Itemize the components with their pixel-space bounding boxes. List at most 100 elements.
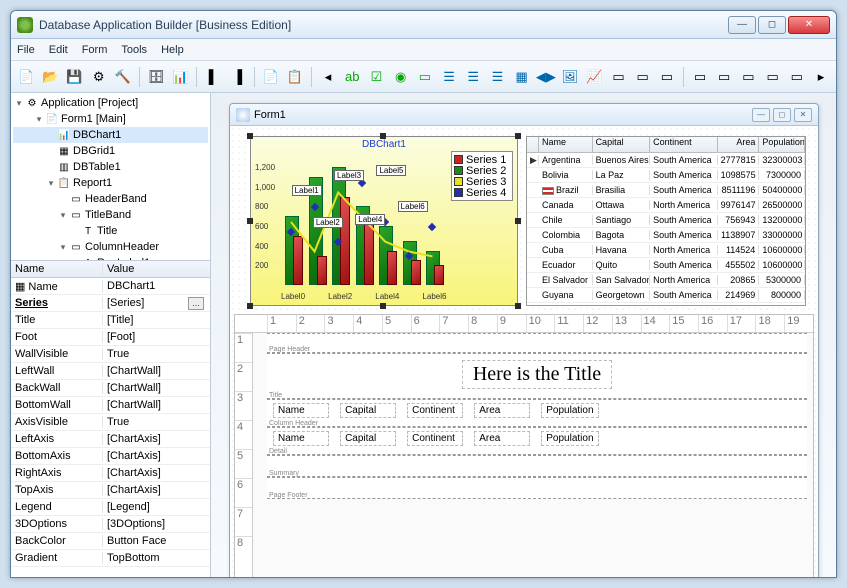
table-row[interactable]: BoliviaLa PazSouth America10985757300000 <box>527 168 805 183</box>
tool-pointer[interactable]: ◂ <box>317 65 339 89</box>
tool-label[interactable]: ab <box>341 65 363 89</box>
property-row[interactable]: ▦NameDBChart1 <box>11 278 210 295</box>
band-summary[interactable]: Summary <box>267 455 807 477</box>
tool-grid[interactable]: ▦ <box>511 65 533 89</box>
property-grid[interactable]: Name Value ▦NameDBChart1Series[Series]…T… <box>11 261 210 577</box>
tool-rep3[interactable]: ▭ <box>737 65 759 89</box>
property-row[interactable]: LeftAxis[ChartAxis] <box>11 431 210 448</box>
sel-handle[interactable] <box>515 133 521 139</box>
dbgrid[interactable]: Name Capital Continent Area Population ▶… <box>526 136 806 306</box>
tool-open[interactable]: 📂 <box>39 65 61 89</box>
form-titlebar[interactable]: Form1 — ◻ ✕ <box>230 104 818 126</box>
col-population[interactable]: Population <box>759 137 805 152</box>
tree-node[interactable]: ▾📋Report1 <box>13 175 208 191</box>
tool-panel[interactable]: ▭ <box>607 65 629 89</box>
col-header-field[interactable]: Continent <box>407 403 463 418</box>
col-header-field[interactable]: Name <box>273 403 329 418</box>
menu-help[interactable]: Help <box>161 44 184 56</box>
tool-rep1[interactable]: ▭ <box>689 65 711 89</box>
band-column-header[interactable]: Name Capital Continent Area Population C… <box>267 399 807 427</box>
tree-node[interactable]: 📊DBChart1 <box>13 127 208 143</box>
table-row[interactable]: CanadaOttawaNorth America997614726500000 <box>527 198 805 213</box>
dbchart[interactable]: DBChart1 Series 1Series 2Series 3Series … <box>250 136 518 306</box>
detail-field[interactable]: Area <box>474 431 530 446</box>
tool-memo[interactable]: ☰ <box>486 65 508 89</box>
tool-form[interactable]: 📋 <box>284 65 306 89</box>
report-title[interactable]: Here is the Title <box>462 360 612 389</box>
tool-image[interactable]: 🖼 <box>559 65 581 89</box>
menu-form[interactable]: Form <box>82 44 108 56</box>
sel-handle[interactable] <box>380 303 386 309</box>
design-area[interactable]: Form1 — ◻ ✕ DBChart1 Series 1Series 2Ser… <box>211 93 836 577</box>
project-tree[interactable]: ▾⚙Application [Project]▾📄Form1 [Main]📊DB… <box>11 93 210 261</box>
form-max-button[interactable]: ◻ <box>773 108 791 122</box>
ellipsis-button[interactable]: … <box>188 297 204 310</box>
menu-file[interactable]: File <box>17 44 35 56</box>
detail-field[interactable]: Population <box>541 431 598 446</box>
property-row[interactable]: WallVisibleTrue <box>11 346 210 363</box>
tree-node[interactable]: ▦DBGrid1 <box>13 143 208 159</box>
table-row[interactable]: El SalvadorSan SalvadorNorth America2086… <box>527 273 805 288</box>
tool-align-right[interactable]: ▐ <box>226 65 248 89</box>
form-min-button[interactable]: — <box>752 108 770 122</box>
tool-nav[interactable]: ◀▶ <box>535 65 557 89</box>
property-row[interactable]: AxisVisibleTrue <box>11 414 210 431</box>
property-row[interactable]: BottomWall[ChartWall] <box>11 397 210 414</box>
menu-tools[interactable]: Tools <box>121 44 147 56</box>
sel-handle[interactable] <box>515 218 521 224</box>
col-name[interactable]: Name <box>539 137 593 152</box>
sel-handle[interactable] <box>380 133 386 139</box>
col-header-field[interactable]: Area <box>474 403 530 418</box>
menu-edit[interactable]: Edit <box>49 44 68 56</box>
maximize-button[interactable]: ◻ <box>758 16 786 34</box>
report-designer[interactable]: 12345678910111213141516171819 12345678 P… <box>234 314 814 577</box>
property-row[interactable]: BottomAxis[ChartAxis] <box>11 448 210 465</box>
tool-page[interactable]: 📄 <box>260 65 282 89</box>
property-row[interactable]: BackColorButton Face <box>11 533 210 550</box>
tool-align-left[interactable]: ▌ <box>202 65 224 89</box>
property-row[interactable]: Series[Series]… <box>11 295 210 312</box>
form-body[interactable]: DBChart1 Series 1Series 2Series 3Series … <box>230 126 818 577</box>
property-row[interactable]: TopAxis[ChartAxis] <box>11 482 210 499</box>
minimize-button[interactable]: — <box>728 16 756 34</box>
close-button[interactable]: ✕ <box>788 16 830 34</box>
col-area[interactable]: Area <box>718 137 760 152</box>
detail-field[interactable]: Continent <box>407 431 463 446</box>
tool-run[interactable]: ⚙ <box>88 65 110 89</box>
tool-more[interactable]: ▸ <box>810 65 832 89</box>
property-row[interactable]: LeftWall[ChartWall] <box>11 363 210 380</box>
property-row[interactable]: GradientTopBottom <box>11 550 210 567</box>
tool-rep2[interactable]: ▭ <box>713 65 735 89</box>
table-row[interactable]: EcuadorQuitoSouth America45550210600000 <box>527 258 805 273</box>
table-row[interactable]: BrazilBrasiliaSouth America8511196504000… <box>527 183 805 198</box>
band-page-header[interactable]: Page Header <box>267 333 807 353</box>
sel-handle[interactable] <box>247 303 253 309</box>
tool-build[interactable]: 🔨 <box>112 65 134 89</box>
tool-save[interactable]: 💾 <box>63 65 85 89</box>
sel-handle[interactable] <box>247 218 253 224</box>
tool-chart[interactable]: 📈 <box>583 65 605 89</box>
table-row[interactable]: GuyanaGeorgetownSouth America21496980000… <box>527 288 805 303</box>
table-row[interactable]: CubaHavanaNorth America11452410600000 <box>527 243 805 258</box>
band-title[interactable]: Here is the Title Title <box>267 353 807 399</box>
band-detail[interactable]: Name Capital Continent Area Population D… <box>267 427 807 455</box>
tool-combo[interactable]: ☰ <box>438 65 460 89</box>
col-continent[interactable]: Continent <box>650 137 717 152</box>
sel-handle[interactable] <box>515 303 521 309</box>
tree-node[interactable]: ▭HeaderBand <box>13 191 208 207</box>
tree-node[interactable]: ▾📄Form1 [Main] <box>13 111 208 127</box>
tree-node[interactable]: TTitle <box>13 223 208 239</box>
tool-check[interactable]: ☑ <box>365 65 387 89</box>
titlebar[interactable]: Database Application Builder [Business E… <box>11 11 836 39</box>
property-row[interactable]: Foot[Foot] <box>11 329 210 346</box>
tree-node[interactable]: ▾▭TitleBand <box>13 207 208 223</box>
tool-radio[interactable]: ◉ <box>390 65 412 89</box>
table-row[interactable]: ChileSantiagoSouth America75694313200000 <box>527 213 805 228</box>
col-capital[interactable]: Capital <box>593 137 651 152</box>
detail-field[interactable]: Capital <box>340 431 396 446</box>
band-page-footer[interactable]: Page Footer <box>267 477 807 499</box>
form-close-button[interactable]: ✕ <box>794 108 812 122</box>
tool-vars[interactable]: 📊 <box>169 65 191 89</box>
tool-group[interactable]: ▭ <box>656 65 678 89</box>
col-header-field[interactable]: Population <box>541 403 598 418</box>
